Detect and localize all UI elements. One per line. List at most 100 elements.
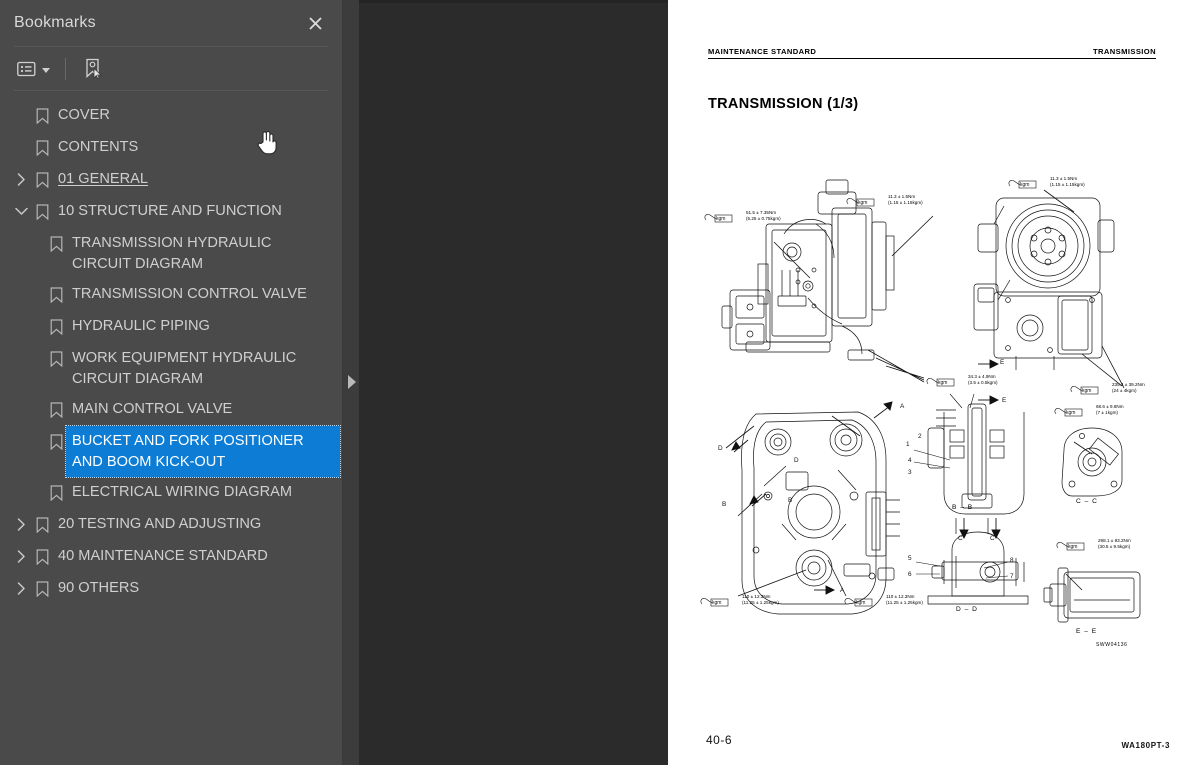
bookmark-icon [32, 546, 52, 567]
section-label-b-b: B – B [952, 504, 974, 511]
bookmark-label[interactable]: BUCKET AND FORK POSITIONER AND BOOM KICK… [65, 425, 341, 478]
bookmark-label[interactable]: 20 TESTING AND ADJUSTING [52, 509, 267, 539]
bookmark-icon [46, 482, 66, 503]
bookmark-icon [32, 201, 52, 222]
bookmark-label[interactable]: TRANSMISSION HYDRAULIC CIRCUIT DIAGRAM [66, 228, 340, 279]
page-title: TRANSMISSION (1/3) [708, 96, 859, 112]
torque-callout-1: 51.5 ± 7.35Nm (5.25 ± 0.75kgm) [746, 210, 781, 221]
svg-text:D: D [794, 457, 799, 464]
bookmark-icon [46, 431, 66, 452]
bookmark-icon [32, 137, 52, 158]
svg-text:2: 2 [918, 433, 922, 440]
bookmarks-tree[interactable]: COVER CONTENTS 01 GENERAL 10 STRUCTURE AND … [0, 91, 343, 765]
torque-callout-9: 110 ± 12.3Nm (11.25 ± 1.25kgm) [886, 594, 923, 605]
bookmark-item[interactable]: 20 TESTING AND ADJUSTING [0, 509, 343, 541]
section-label-e-e: E – E [1076, 628, 1098, 635]
pdf-page[interactable]: MAINTENANCE STANDARD TRANSMISSION TRANSM… [668, 0, 1200, 765]
chevron-right-icon[interactable] [10, 169, 32, 190]
bookmarks-toolbar [0, 47, 342, 90]
chevron-right-icon[interactable] [10, 546, 32, 567]
svg-text:D: D [718, 445, 723, 452]
section-label-d-d: D – D [956, 606, 978, 613]
bookmark-item[interactable]: CONTENTS [0, 132, 343, 164]
torque-callout-6: 68.6 ± 9.8Nm (7 ± 1kgm) [1096, 404, 1124, 415]
svg-text:1: 1 [906, 441, 910, 448]
svg-text:B: B [788, 497, 792, 504]
bookmark-label[interactable]: 01 GENERAL [52, 164, 154, 194]
document-running-header: MAINTENANCE STANDARD TRANSMISSION [708, 47, 1156, 59]
svg-text:B: B [722, 501, 726, 508]
svg-text:A: A [900, 403, 905, 410]
bookmark-item[interactable]: 10 STRUCTURE AND FUNCTION [0, 196, 343, 228]
bookmark-item[interactable]: BUCKET AND FORK POSITIONER AND BOOM KICK… [0, 425, 343, 478]
svg-text:kgm: kgm [858, 200, 867, 206]
torque-callout-3: 11.3 ± 1.5Nm (1.15 ± 1.15kgm) [1050, 176, 1085, 187]
close-icon[interactable] [304, 12, 326, 34]
toolbar-separator [65, 57, 66, 80]
svg-text:6: 6 [908, 571, 912, 578]
bookmark-item[interactable]: TRANSMISSION HYDRAULIC CIRCUIT DIAGRAM [0, 228, 343, 279]
bookmark-label[interactable]: TRANSMISSION CONTROL VALVE [66, 279, 313, 309]
bookmark-label[interactable]: MAIN CONTROL VALVE [66, 394, 238, 424]
bookmark-label[interactable]: 10 STRUCTURE AND FUNCTION [52, 196, 288, 226]
transmission-assembly-drawing: kgm kgm kgm kgm kgm kgm kgm kgm kgm A D D B B … [700, 179, 1141, 623]
svg-text:A: A [840, 587, 845, 594]
svg-text:C: C [958, 535, 963, 542]
svg-text:3: 3 [908, 469, 912, 476]
torque-callout-8: 110 ± 12.3Nm (11.25 ± 1.25kgm) [742, 594, 779, 605]
chevron-down-icon[interactable] [42, 68, 50, 73]
technical-drawing-figure: kgm kgm kgm kgm kgm kgm kgm kgm kgm A D D B B … [678, 150, 1190, 650]
chevron-right-icon[interactable] [10, 578, 32, 599]
torque-callout-2: 11.3 ± 1.5Nm (1.15 ± 1.15kgm) [888, 194, 923, 205]
collapse-panel-arrow-icon[interactable] [348, 375, 356, 389]
bookmark-item[interactable]: ELECTRICAL WIRING DIAGRAM [0, 477, 343, 509]
svg-text:kgm: kgm [1068, 544, 1077, 550]
bookmark-cursor-icon[interactable] [80, 55, 106, 82]
svg-text:kgm: kgm [938, 380, 947, 386]
svg-text:kgm: kgm [1066, 410, 1075, 416]
bookmark-label[interactable]: 40 MAINTENANCE STANDARD [52, 541, 274, 571]
list-options-icon[interactable] [14, 58, 53, 80]
torque-callout-5: 235.4 ± 39.2Nm (24 ± 4kgm) [1112, 382, 1145, 393]
bookmark-item[interactable]: 01 GENERAL [0, 164, 343, 196]
bookmark-icon [32, 169, 52, 190]
svg-text:5: 5 [908, 555, 912, 562]
svg-text:E: E [1000, 359, 1004, 366]
model-code: WA180PT-3 [1121, 741, 1170, 750]
bookmark-label[interactable]: ELECTRICAL WIRING DIAGRAM [66, 477, 298, 507]
bookmark-item[interactable]: HYDRAULIC PIPING [0, 311, 343, 343]
svg-text:kgm: kgm [712, 600, 721, 606]
bookmark-icon [46, 284, 66, 305]
bookmark-item[interactable]: MAIN CONTROL VALVE [0, 394, 343, 426]
pdf-reader-window: MAINTENANCE STANDARD TRANSMISSION TRANSM… [0, 0, 1200, 765]
chevron-down-icon[interactable] [10, 201, 32, 222]
bookmark-label[interactable]: COVER [52, 100, 116, 130]
bookmark-item[interactable]: COVER [0, 100, 343, 132]
bookmark-item[interactable]: TRANSMISSION CONTROL VALVE [0, 279, 343, 311]
drawing-number: SWW04136 [1096, 642, 1128, 648]
header-right-text: TRANSMISSION [1092, 47, 1156, 56]
bookmark-item[interactable]: WORK EQUIPMENT HYDRAULIC CIRCUIT DIAGRAM [0, 343, 343, 394]
bookmark-label[interactable]: 90 OTHERS [52, 573, 145, 603]
svg-text:8: 8 [1010, 557, 1014, 564]
svg-text:E: E [1002, 397, 1006, 404]
page-number: 40-6 [706, 733, 733, 747]
bookmark-item[interactable]: 40 MAINTENANCE STANDARD [0, 541, 343, 573]
bookmark-icon [46, 399, 66, 420]
section-label-c-c: C – C [1076, 498, 1098, 505]
bookmark-icon [46, 233, 66, 254]
bookmark-label[interactable]: HYDRAULIC PIPING [66, 311, 216, 341]
bookmark-icon [32, 578, 52, 599]
chevron-right-icon[interactable] [10, 514, 32, 535]
svg-text:C: C [990, 535, 995, 542]
bookmark-icon [46, 348, 66, 369]
bookmark-label[interactable]: WORK EQUIPMENT HYDRAULIC CIRCUIT DIAGRAM [66, 343, 340, 394]
bookmark-label[interactable]: CONTENTS [52, 132, 144, 162]
bookmark-icon [32, 105, 52, 126]
torque-callout-4: 34.3 ± 4.9Nm (3.5 ± 0.5kgm) [968, 374, 998, 385]
bookmark-icon [32, 514, 52, 535]
svg-text:kgm: kgm [1082, 388, 1091, 394]
svg-text:kgm: kgm [716, 216, 725, 222]
bookmark-item[interactable]: 90 OTHERS [0, 573, 343, 605]
bookmarks-panel-header: Bookmarks [0, 0, 342, 46]
